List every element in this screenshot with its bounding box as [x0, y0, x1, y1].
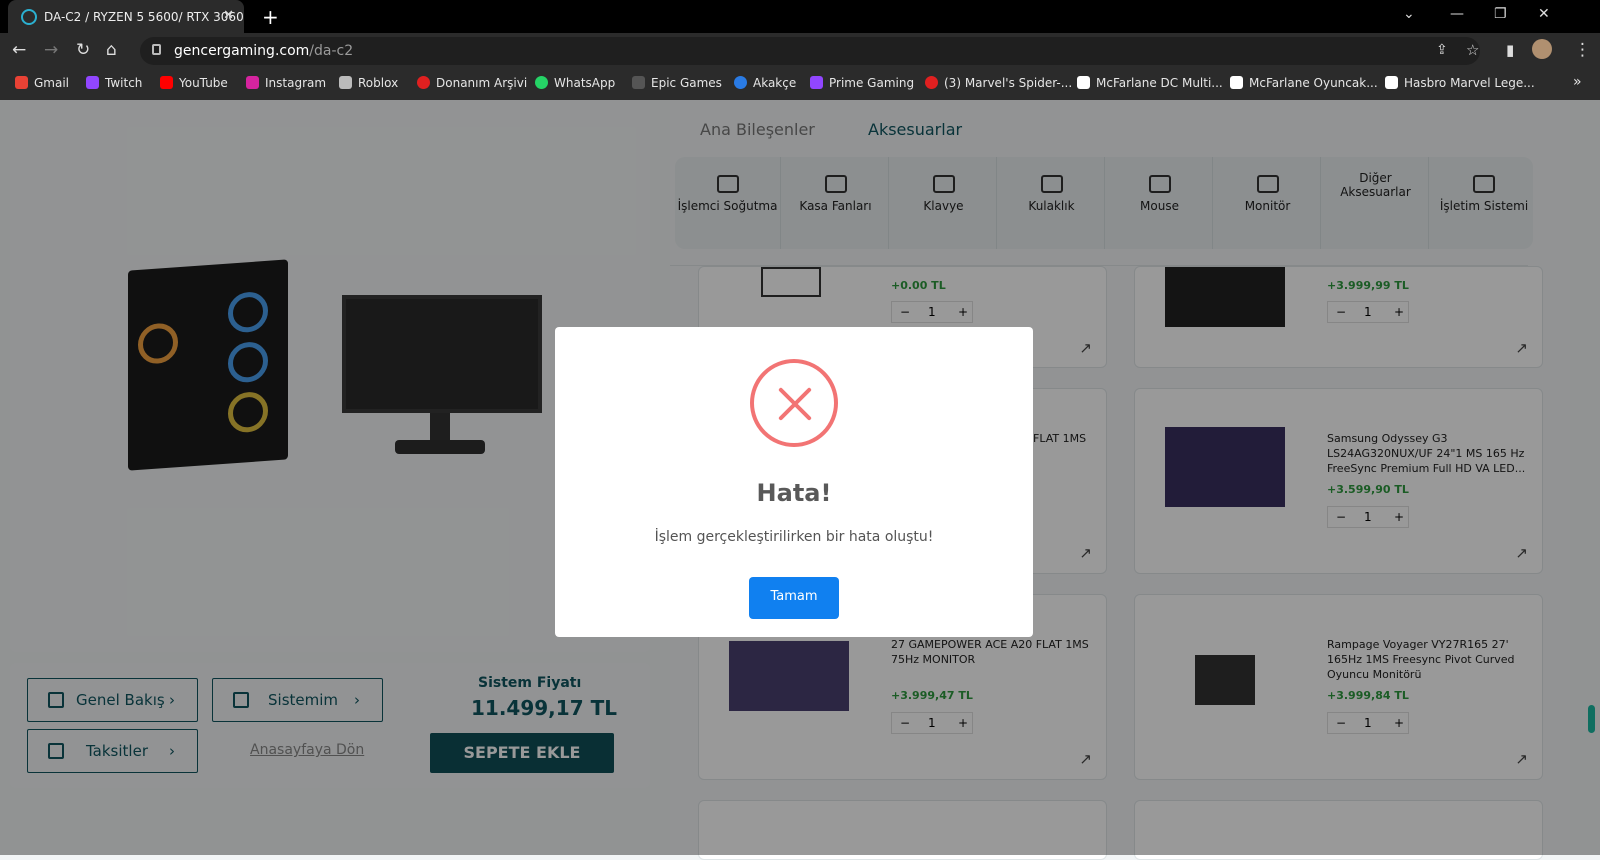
home-icon[interactable]: ⌂ [106, 40, 117, 60]
bookmark-mcfarlane-oyuncak[interactable]: McFarlane Oyuncak... [1230, 76, 1378, 90]
url-path: /da-c2 [309, 43, 354, 59]
bookmarks-overflow-icon[interactable]: » [1573, 74, 1582, 90]
new-tab-icon[interactable]: + [262, 5, 279, 29]
bookmark-prime-gaming[interactable]: Prime Gaming [810, 76, 914, 90]
window-close-icon[interactable]: ✕ [1538, 6, 1550, 22]
bookmark-whatsapp[interactable]: WhatsApp [535, 76, 615, 90]
bookmark-hasbro-marvel[interactable]: Hasbro Marvel Lege... [1385, 76, 1535, 90]
side-panel-icon[interactable]: ▮ [1506, 41, 1514, 59]
bookmark-mcfarlane-dc[interactable]: McFarlane DC Multi... [1077, 76, 1223, 90]
ok-button[interactable]: Tamam [749, 577, 839, 619]
error-dialog: Hata! İşlem gerçekleştirilirken bir hata… [555, 327, 1033, 637]
browser-tab[interactable]: DA-C2 / RYZEN 5 5600/ RTX 3060 ✕ [8, 0, 244, 33]
tab-title: DA-C2 / RYZEN 5 5600/ RTX 3060 [44, 10, 244, 24]
site-favicon-icon [21, 9, 37, 25]
error-x-icon [750, 359, 838, 447]
bookmark-roblox[interactable]: Roblox [339, 76, 398, 90]
minimize-icon[interactable]: — [1450, 6, 1464, 22]
dialog-title: Hata! [756, 479, 832, 507]
share-icon[interactable]: ⇪ [1436, 42, 1448, 58]
bookmark-youtube[interactable]: YouTube [160, 76, 228, 90]
bookmark-marvel-spider[interactable]: (3) Marvel's Spider-... [925, 76, 1072, 90]
bookmark-gmail[interactable]: Gmail [15, 76, 69, 90]
url-host: gencergaming.com [174, 43, 310, 59]
reload-icon[interactable]: ↻ [76, 40, 90, 60]
bookmarks-bar: Gmail Twitch YouTube Instagram Roblox Do… [0, 69, 1600, 100]
bookmark-twitch[interactable]: Twitch [86, 76, 142, 90]
close-tab-icon[interactable]: ✕ [223, 8, 234, 23]
back-icon[interactable]: ← [12, 40, 26, 60]
lock-icon [152, 44, 161, 55]
bookmark-star-icon[interactable]: ☆ [1466, 41, 1479, 59]
dialog-message: İşlem gerçekleştirilirken bir hata oluşt… [654, 529, 934, 545]
profile-avatar[interactable] [1532, 39, 1552, 59]
menu-kebab-icon[interactable]: ⋮ [1574, 40, 1591, 60]
bookmark-akakce[interactable]: Akakçe [734, 76, 796, 90]
browser-tab-strip: DA-C2 / RYZEN 5 5600/ RTX 3060 ✕ + ⌄ — ❐… [0, 0, 1600, 33]
browser-toolbar: ← → ↻ ⌂ gencergaming.com/da-c2 ⇪ ☆ ▮ ⋮ [0, 33, 1600, 69]
tab-search-icon[interactable]: ⌄ [1403, 6, 1415, 22]
bookmark-donanim-arsivi[interactable]: Donanım Arşivi [417, 76, 527, 90]
bookmark-epic-games[interactable]: Epic Games [632, 76, 722, 90]
maximize-icon[interactable]: ❐ [1494, 6, 1507, 22]
bookmark-instagram[interactable]: Instagram [246, 76, 326, 90]
address-bar[interactable]: gencergaming.com/da-c2 [140, 37, 1480, 65]
forward-icon[interactable]: → [44, 40, 58, 60]
